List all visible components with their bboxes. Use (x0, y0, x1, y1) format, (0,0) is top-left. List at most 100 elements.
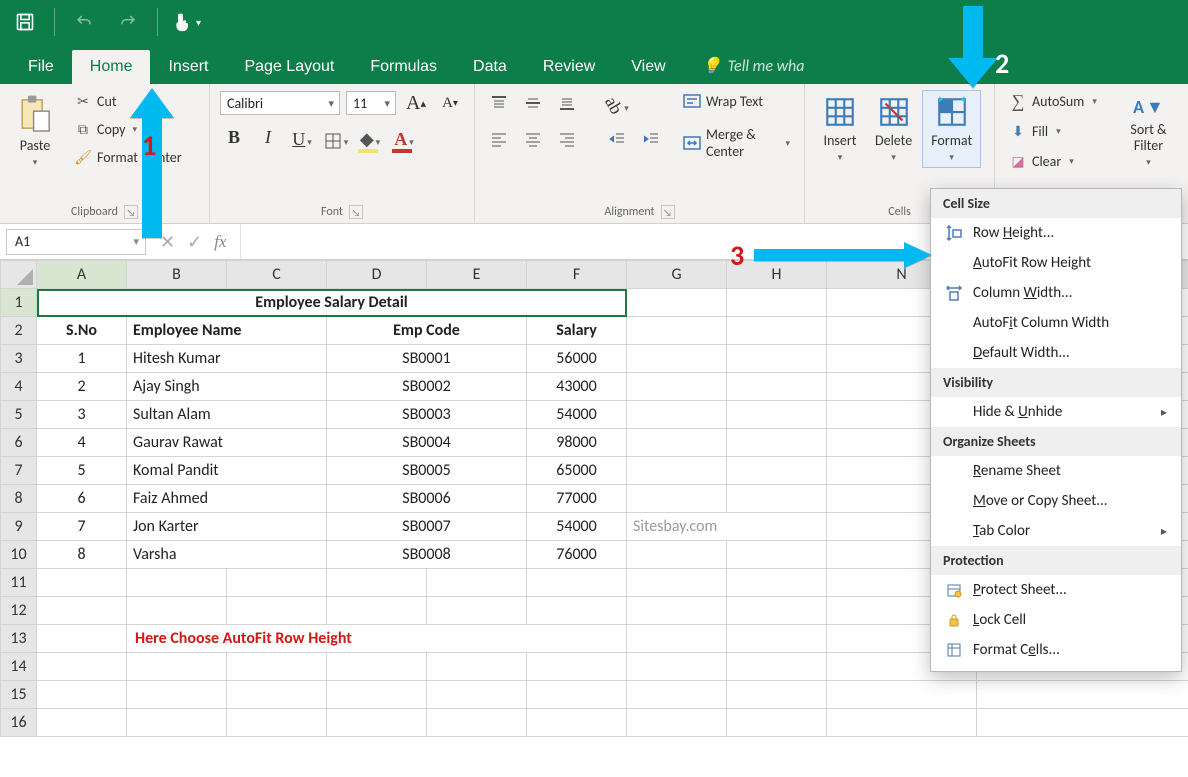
cell[interactable]: Jon Karter (127, 513, 327, 541)
row-header[interactable]: 1 (1, 289, 37, 317)
col-header-E[interactable]: E (427, 261, 527, 289)
dialog-launcher-icon[interactable]: ↘ (661, 205, 675, 219)
cell[interactable]: SB0001 (327, 345, 527, 373)
col-header-D[interactable]: D (327, 261, 427, 289)
name-box[interactable]: A1 (6, 229, 146, 255)
cell[interactable]: SB0005 (327, 457, 527, 485)
cell[interactable] (127, 709, 227, 737)
sort-filter-button[interactable]: A▼ Sort & Filter▾ (1119, 90, 1178, 172)
save-icon[interactable] (10, 7, 40, 37)
cell[interactable] (37, 653, 127, 681)
tab-formulas[interactable]: Formulas (352, 50, 455, 84)
col-header-H[interactable]: H (727, 261, 827, 289)
cell[interactable] (827, 681, 977, 709)
borders-button[interactable] (322, 124, 350, 150)
cell[interactable] (727, 597, 827, 625)
delete-cells-button[interactable]: Delete▾ (867, 91, 920, 167)
cell[interactable]: Ajay Singh (127, 373, 327, 401)
increase-font-icon[interactable]: A▴ (402, 90, 430, 116)
cut-button[interactable]: ✂Cut (70, 90, 186, 112)
tell-me-search[interactable]: 💡 Tell me wha (684, 48, 823, 84)
cell[interactable] (627, 401, 727, 429)
cell[interactable]: 43000 (527, 373, 627, 401)
font-name-combo[interactable]: Calibri (220, 91, 340, 115)
tab-home[interactable]: Home (72, 50, 151, 84)
cell[interactable] (627, 457, 727, 485)
row-header[interactable]: 7 (1, 457, 37, 485)
row-header[interactable]: 3 (1, 345, 37, 373)
align-bottom-icon[interactable] (553, 90, 581, 116)
row-header[interactable]: 2 (1, 317, 37, 345)
cell[interactable] (727, 457, 827, 485)
cell[interactable] (727, 709, 827, 737)
cell[interactable] (227, 681, 327, 709)
align-middle-icon[interactable] (519, 90, 547, 116)
wrap-text-button[interactable]: Wrap Text (679, 90, 794, 112)
row-header[interactable]: 9 (1, 513, 37, 541)
cell[interactable]: 8 (37, 541, 127, 569)
cell[interactable]: Sultan Alam (127, 401, 327, 429)
dialog-launcher-icon[interactable]: ↘ (349, 205, 363, 219)
cell[interactable] (627, 569, 727, 597)
fill-button[interactable]: ⬇Fill▾ (1005, 120, 1101, 142)
col-header-G[interactable]: G (627, 261, 727, 289)
cell[interactable]: SB0004 (327, 429, 527, 457)
cell[interactable]: Faiz Ahmed (127, 485, 327, 513)
col-header-F[interactable]: F (527, 261, 627, 289)
cell[interactable] (37, 597, 127, 625)
align-left-icon[interactable] (485, 126, 513, 152)
cell[interactable]: 2 (37, 373, 127, 401)
cell[interactable] (827, 709, 977, 737)
cell[interactable] (127, 597, 227, 625)
tab-data[interactable]: Data (455, 50, 525, 84)
format-cells-button[interactable]: Format▾ (922, 90, 981, 168)
autosum-button[interactable]: ∑AutoSum▾ (1005, 90, 1101, 112)
cell[interactable] (127, 681, 227, 709)
cell[interactable] (727, 485, 827, 513)
cell[interactable] (427, 597, 527, 625)
cell[interactable] (127, 569, 227, 597)
cell[interactable]: SB0007 (327, 513, 527, 541)
row-header[interactable]: 8 (1, 485, 37, 513)
menu-default-width[interactable]: Default Width... (931, 338, 1181, 368)
cell[interactable]: 3 (37, 401, 127, 429)
cell[interactable] (627, 345, 727, 373)
cell[interactable]: Emp Code (327, 317, 527, 345)
cell[interactable]: Employee Name (127, 317, 327, 345)
cell[interactable] (327, 653, 427, 681)
cell[interactable]: 4 (37, 429, 127, 457)
cell[interactable]: SB0003 (327, 401, 527, 429)
cell[interactable] (727, 345, 827, 373)
undo-icon[interactable] (69, 7, 99, 37)
cell[interactable] (627, 625, 727, 653)
underline-button[interactable]: U (288, 124, 316, 150)
menu-autofit-row-height[interactable]: AutoFit Row Height (931, 248, 1181, 278)
cell[interactable] (37, 681, 127, 709)
paste-button[interactable]: Paste ▾ (10, 90, 60, 172)
cell[interactable] (527, 709, 627, 737)
cell[interactable] (527, 597, 627, 625)
cell[interactable]: S.No (37, 317, 127, 345)
cell[interactable]: 7 (37, 513, 127, 541)
tab-review[interactable]: Review (525, 50, 613, 84)
cell[interactable]: 77000 (527, 485, 627, 513)
menu-column-width[interactable]: Column Width... (931, 278, 1181, 308)
col-header-A[interactable]: A (37, 261, 127, 289)
cell[interactable] (227, 597, 327, 625)
cell[interactable] (727, 541, 827, 569)
col-header-B[interactable]: B (127, 261, 227, 289)
cell[interactable]: Komal Pandit (127, 457, 327, 485)
row-header[interactable]: 6 (1, 429, 37, 457)
cell[interactable] (327, 597, 427, 625)
italic-button[interactable]: I (254, 124, 282, 150)
cell[interactable]: SB0006 (327, 485, 527, 513)
menu-hide-unhide[interactable]: Hide & Unhide (931, 397, 1181, 427)
cell[interactable] (527, 681, 627, 709)
menu-move-copy-sheet[interactable]: Move or Copy Sheet... (931, 486, 1181, 516)
tab-file[interactable]: File (10, 50, 72, 84)
cell[interactable]: 54000 (527, 401, 627, 429)
increase-indent-icon[interactable] (637, 126, 665, 152)
cell[interactable] (37, 709, 127, 737)
cell[interactable] (327, 709, 427, 737)
cell[interactable] (227, 653, 327, 681)
